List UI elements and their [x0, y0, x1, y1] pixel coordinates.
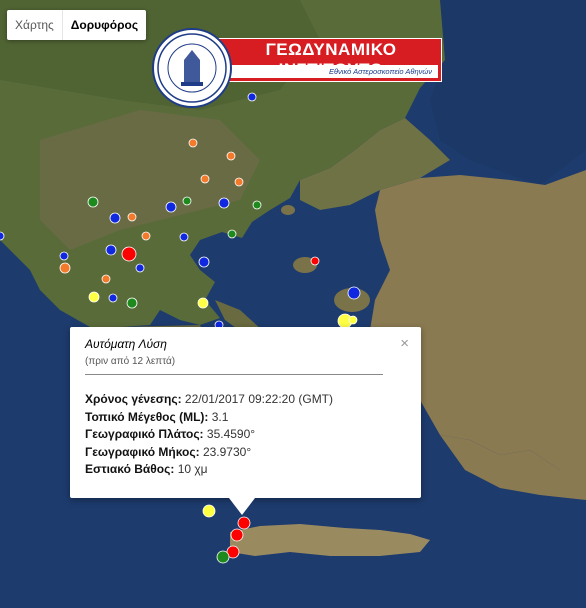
earthquake-marker-yellow[interactable]	[348, 315, 358, 325]
detail-row-longitude: Γεωγραφικό Μήκος: 23.9730°	[85, 444, 252, 459]
earthquake-marker-orange[interactable]	[234, 177, 244, 187]
observatory-seal-logo	[152, 28, 232, 108]
earthquake-marker-green[interactable]	[87, 196, 99, 208]
earthquake-marker-red[interactable]	[237, 516, 251, 530]
earthquake-marker-green[interactable]	[126, 297, 138, 309]
earthquake-marker-yellow[interactable]	[202, 504, 216, 518]
info-window-pointer	[229, 498, 255, 515]
earthquake-marker-green[interactable]	[227, 229, 237, 239]
earthquake-marker-red[interactable]	[121, 246, 137, 262]
earthquake-marker-blue[interactable]	[108, 293, 118, 303]
earthquake-marker-orange[interactable]	[200, 174, 210, 184]
earthquake-marker-orange[interactable]	[101, 274, 111, 284]
close-icon[interactable]: ×	[400, 335, 409, 352]
earthquake-marker-green[interactable]	[252, 200, 262, 210]
popup-divider	[85, 374, 383, 375]
popup-details: Χρόνος γένεσης: 22/01/2017 09:22:20 (GMT…	[85, 391, 333, 479]
earthquake-marker-red[interactable]	[230, 528, 244, 542]
earthquake-marker-blue[interactable]	[59, 251, 69, 261]
earthquake-marker-orange[interactable]	[59, 262, 71, 274]
earthquake-marker-blue[interactable]	[198, 256, 210, 268]
banner-subtitle: Εθνικό Αστεροσκοπείο Αθηνών	[226, 65, 438, 78]
earthquake-marker-green[interactable]	[182, 196, 192, 206]
earthquake-info-window: × Αυτόματη Λύση (πριν από 12 λεπτά) Χρόν…	[70, 327, 421, 498]
earthquake-marker-orange[interactable]	[127, 212, 137, 222]
institute-banner: ΓΕΩΔΥΝΑΜΙΚΟ ΙΝΣΤΙΤΟΥΤΟ Εθνικό Αστεροσκοπ…	[150, 28, 444, 108]
island-thasos	[281, 205, 295, 215]
earthquake-marker-blue[interactable]	[165, 201, 177, 213]
earthquake-marker-blue[interactable]	[218, 197, 230, 209]
detail-row-latitude: Γεωγραφικό Πλάτος: 35.4590°	[85, 427, 256, 441]
earthquake-marker-orange[interactable]	[226, 151, 236, 161]
earthquake-marker-blue[interactable]	[109, 212, 121, 224]
detail-row-depth: Εστιακό Βάθος: 10 χμ	[85, 462, 208, 476]
map-button[interactable]: Χάρτης	[7, 10, 63, 40]
earthquake-marker-red[interactable]	[310, 256, 320, 266]
popup-time-ago: (πριν από 12 λεπτά)	[85, 356, 176, 367]
earthquake-marker-orange[interactable]	[141, 231, 151, 241]
earthquake-marker-blue[interactable]	[135, 263, 145, 273]
earthquake-marker-orange[interactable]	[188, 138, 198, 148]
earthquake-marker-blue[interactable]	[105, 244, 117, 256]
map-type-control: Χάρτης Δορυφόρος	[7, 10, 147, 40]
satellite-button[interactable]: Δορυφόρος	[63, 10, 146, 40]
popup-title: Αυτόματη Λύση	[85, 337, 167, 351]
earthquake-marker-yellow[interactable]	[197, 297, 209, 309]
earthquake-marker-green[interactable]	[216, 550, 230, 564]
detail-row-origin-time: Χρόνος γένεσης: 22/01/2017 09:22:20 (GMT…	[85, 392, 334, 406]
earthquake-marker-blue[interactable]	[347, 286, 361, 300]
earthquake-marker-yellow[interactable]	[88, 291, 100, 303]
earthquake-marker-blue[interactable]	[247, 92, 257, 102]
detail-row-magnitude: Τοπικό Μέγεθος (ML): 3.1	[85, 409, 229, 424]
earthquake-marker-blue[interactable]	[179, 232, 189, 242]
